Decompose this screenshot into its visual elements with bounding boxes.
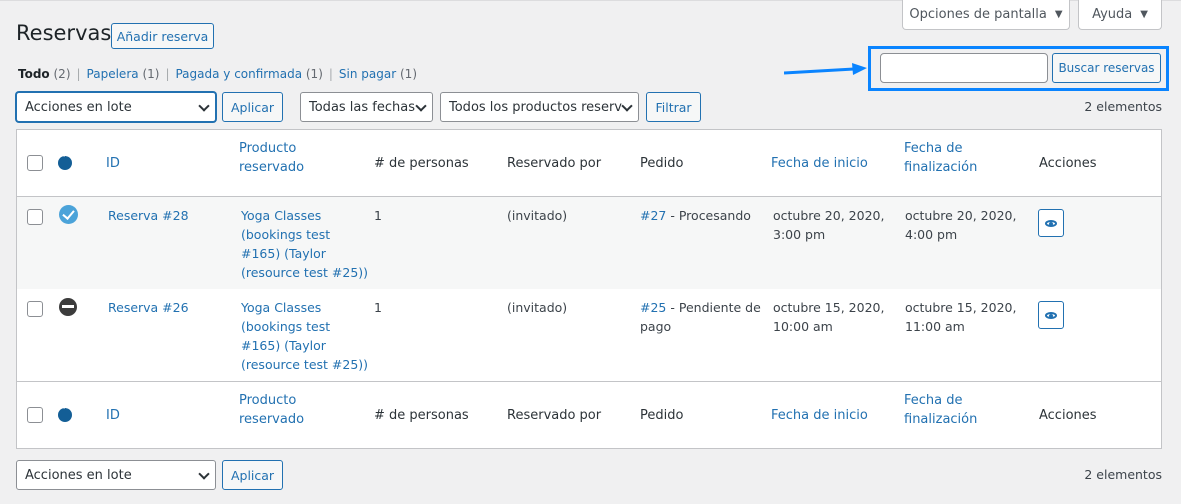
eye-icon — [1045, 312, 1057, 319]
view-booking-button[interactable] — [1038, 209, 1064, 237]
select-all-checkbox[interactable] — [27, 155, 43, 171]
booking-booked-by: (invitado) — [507, 300, 568, 315]
booking-product-link[interactable]: Yoga Classes (bookings test #165) (Taylo… — [241, 298, 368, 374]
booking-end-date: octubre 20, 2020, 4:00 pm — [905, 208, 1017, 242]
column-end-date[interactable]: Fecha de finalización — [904, 391, 977, 429]
select-all-checkbox-footer[interactable] — [27, 407, 43, 423]
help-label: Ayuda — [1092, 7, 1133, 22]
column-product[interactable]: Producto reservado — [239, 391, 304, 429]
order-link[interactable]: #27 — [640, 208, 666, 223]
bookings-table: ID Producto reservado # de personas Rese… — [16, 129, 1162, 449]
booking-end-date: octubre 15, 2020, 11:00 am — [905, 300, 1017, 334]
screen-options-label: Opciones de pantalla — [909, 7, 1047, 22]
booking-persons: 1 — [374, 300, 382, 315]
order-link[interactable]: #25 — [640, 300, 666, 315]
annotation-arrow-icon — [784, 63, 867, 75]
table-row: Reserva #28 Yoga Classes (bookings test … — [17, 197, 1161, 289]
product-filter-select[interactable]: Todos los productos reserv — [440, 92, 639, 122]
filter-button[interactable]: Filtrar — [646, 92, 701, 122]
bulk-actions-select-bottom[interactable]: Acciones en lote — [16, 460, 216, 490]
screen-options-tab[interactable]: Opciones de pantalla ▼ — [902, 0, 1070, 30]
column-id[interactable]: ID — [106, 406, 120, 425]
booking-booked-by: (invitado) — [507, 208, 568, 223]
column-booked-by: Reservado por — [507, 156, 602, 171]
column-order: Pedido — [640, 408, 684, 423]
column-id[interactable]: ID — [106, 154, 120, 173]
unpaid-minus-icon — [59, 298, 77, 316]
column-actions: Acciones — [1039, 156, 1097, 171]
view-unpaid[interactable]: Sin pagar (1) — [339, 67, 417, 81]
search-bookings-button[interactable]: Buscar reservas — [1052, 53, 1161, 83]
view-trash[interactable]: Papelera (1) — [87, 67, 160, 81]
chevron-down-icon — [415, 100, 427, 112]
column-order: Pedido — [640, 156, 684, 171]
booking-start-date: octubre 15, 2020, 10:00 am — [773, 300, 885, 334]
page-title: Reservas — [16, 21, 112, 45]
booking-start-date: octubre 20, 2020, 3:00 pm — [773, 208, 885, 242]
items-count-bottom: 2 elementos — [1084, 467, 1162, 482]
chevron-down-icon — [198, 100, 210, 112]
column-persons: # de personas — [374, 156, 469, 171]
chevron-down-icon — [621, 100, 633, 112]
chevron-down-icon — [198, 468, 210, 480]
booking-order: #25 - Pendiente de pago — [640, 300, 761, 334]
column-booked-by: Reservado por — [507, 408, 602, 423]
table-footer: ID Producto reservado # de personas Rese… — [17, 381, 1161, 448]
status-column-icon — [58, 404, 72, 422]
help-tab[interactable]: Ayuda ▼ — [1078, 0, 1162, 30]
column-start-date[interactable]: Fecha de inicio — [771, 406, 868, 425]
view-booking-button[interactable] — [1038, 301, 1064, 329]
column-persons: # de personas — [374, 408, 469, 423]
search-input[interactable] — [880, 53, 1048, 83]
view-paid-confirmed[interactable]: Pagada y confirmada (1) — [175, 67, 322, 81]
column-actions: Acciones — [1039, 408, 1097, 423]
booking-product-link[interactable]: Yoga Classes (bookings test #165) (Taylo… — [241, 206, 368, 282]
apply-button-top[interactable]: Aplicar — [222, 92, 283, 122]
search-box-highlight: Buscar reservas — [868, 46, 1169, 91]
add-booking-button[interactable]: Añadir reserva — [111, 23, 214, 49]
row-checkbox[interactable] — [27, 301, 43, 317]
status-views: Todo (2) | Papelera (1) | Pagada y confi… — [18, 67, 417, 81]
status-column-icon — [58, 152, 72, 170]
booking-persons: 1 — [374, 208, 382, 223]
items-count-top: 2 elementos — [1084, 99, 1162, 114]
triangle-down-icon: ▼ — [1140, 9, 1148, 20]
triangle-down-icon: ▼ — [1054, 9, 1063, 20]
bulk-actions-select-top[interactable]: Acciones en lote — [16, 92, 216, 122]
eye-icon — [1045, 220, 1057, 227]
table-header: ID Producto reservado # de personas Rese… — [17, 130, 1161, 197]
table-row: Reserva #26 Yoga Classes (bookings test … — [17, 289, 1161, 381]
view-all[interactable]: Todo (2) — [18, 67, 71, 81]
column-product[interactable]: Producto reservado — [239, 139, 304, 177]
row-checkbox[interactable] — [27, 209, 43, 225]
column-end-date[interactable]: Fecha de finalización — [904, 139, 977, 177]
confirmed-check-icon — [59, 205, 78, 224]
column-start-date[interactable]: Fecha de inicio — [771, 154, 868, 173]
booking-id-link[interactable]: Reserva #26 — [108, 298, 189, 317]
booking-id-link[interactable]: Reserva #28 — [108, 206, 189, 225]
date-filter-select[interactable]: Todas las fechas — [300, 92, 433, 122]
apply-button-bottom[interactable]: Aplicar — [222, 460, 283, 490]
booking-order: #27 - Procesando — [640, 208, 751, 223]
